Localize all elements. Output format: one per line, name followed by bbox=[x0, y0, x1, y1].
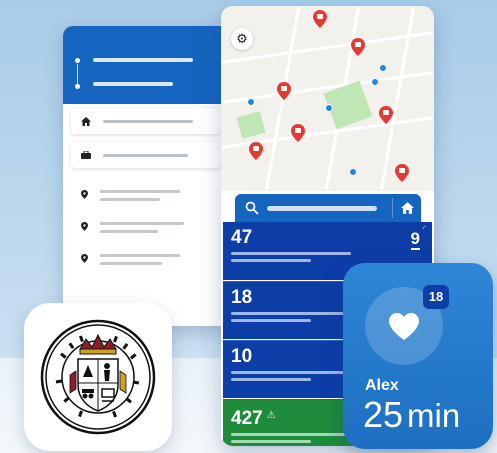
route-badge: 18 bbox=[423, 285, 449, 309]
search-input[interactable] bbox=[267, 205, 377, 211]
map-pin-icon bbox=[81, 222, 88, 231]
route-number: 47 bbox=[231, 227, 253, 248]
eta-value: 25 bbox=[363, 394, 404, 435]
map-pin-icon[interactable] bbox=[249, 142, 263, 160]
origin-field[interactable] bbox=[93, 58, 193, 62]
left-phone-screen bbox=[63, 26, 233, 326]
saved-place-label bbox=[103, 153, 188, 157]
county-seal-logo bbox=[40, 319, 156, 435]
search-icon bbox=[245, 201, 259, 215]
bus-stop-marker[interactable] bbox=[349, 168, 357, 176]
origin-dot bbox=[75, 58, 80, 63]
alert-icon: ⚠ bbox=[266, 410, 276, 421]
map-pin-icon[interactable] bbox=[351, 38, 365, 56]
bus-stop-marker[interactable] bbox=[325, 104, 333, 112]
home-button[interactable] bbox=[393, 194, 421, 222]
bus-stop-marker[interactable] bbox=[379, 64, 387, 72]
recent-place-item[interactable] bbox=[81, 190, 180, 206]
map-pin-icon bbox=[81, 254, 88, 263]
transit-map[interactable]: ⚙ bbox=[221, 6, 434, 191]
app-icon[interactable] bbox=[24, 303, 172, 451]
map-pin-icon bbox=[81, 190, 88, 199]
recent-place-item[interactable] bbox=[81, 222, 184, 238]
arrival-time: 9 bbox=[410, 229, 420, 250]
destination-field[interactable] bbox=[93, 82, 173, 86]
gear-icon: ⚙ bbox=[236, 31, 248, 46]
map-pin-icon[interactable] bbox=[313, 10, 327, 28]
map-pin-icon[interactable] bbox=[291, 124, 305, 142]
home-icon bbox=[81, 116, 91, 126]
smartwatch-screen: 18 Alex 25 min bbox=[343, 263, 493, 449]
park-area bbox=[236, 111, 266, 139]
recent-place-item[interactable] bbox=[81, 254, 180, 270]
saved-place-label bbox=[103, 119, 193, 123]
realtime-icon: ◜ bbox=[422, 224, 426, 233]
map-pin-icon[interactable] bbox=[379, 106, 393, 124]
briefcase-icon bbox=[81, 151, 91, 159]
destination-dot bbox=[75, 84, 80, 89]
saved-place-work[interactable] bbox=[71, 142, 221, 168]
bus-stop-marker[interactable] bbox=[371, 78, 379, 86]
bus-stop-marker[interactable] bbox=[247, 98, 255, 106]
route-connector bbox=[77, 64, 78, 84]
eta-display: 25 min bbox=[363, 395, 460, 436]
trip-planner-header bbox=[63, 26, 233, 104]
search-bar[interactable] bbox=[235, 194, 421, 222]
heart-icon bbox=[389, 312, 419, 340]
stop-name: Alex bbox=[365, 377, 399, 394]
map-pin-icon[interactable] bbox=[277, 82, 291, 100]
map-pin-icon[interactable] bbox=[395, 164, 409, 182]
settings-button[interactable]: ⚙ bbox=[231, 28, 253, 50]
home-icon bbox=[400, 202, 414, 214]
route-number: 427 bbox=[231, 408, 263, 429]
eta-unit: min bbox=[407, 397, 461, 434]
saved-place-home[interactable] bbox=[71, 108, 221, 134]
